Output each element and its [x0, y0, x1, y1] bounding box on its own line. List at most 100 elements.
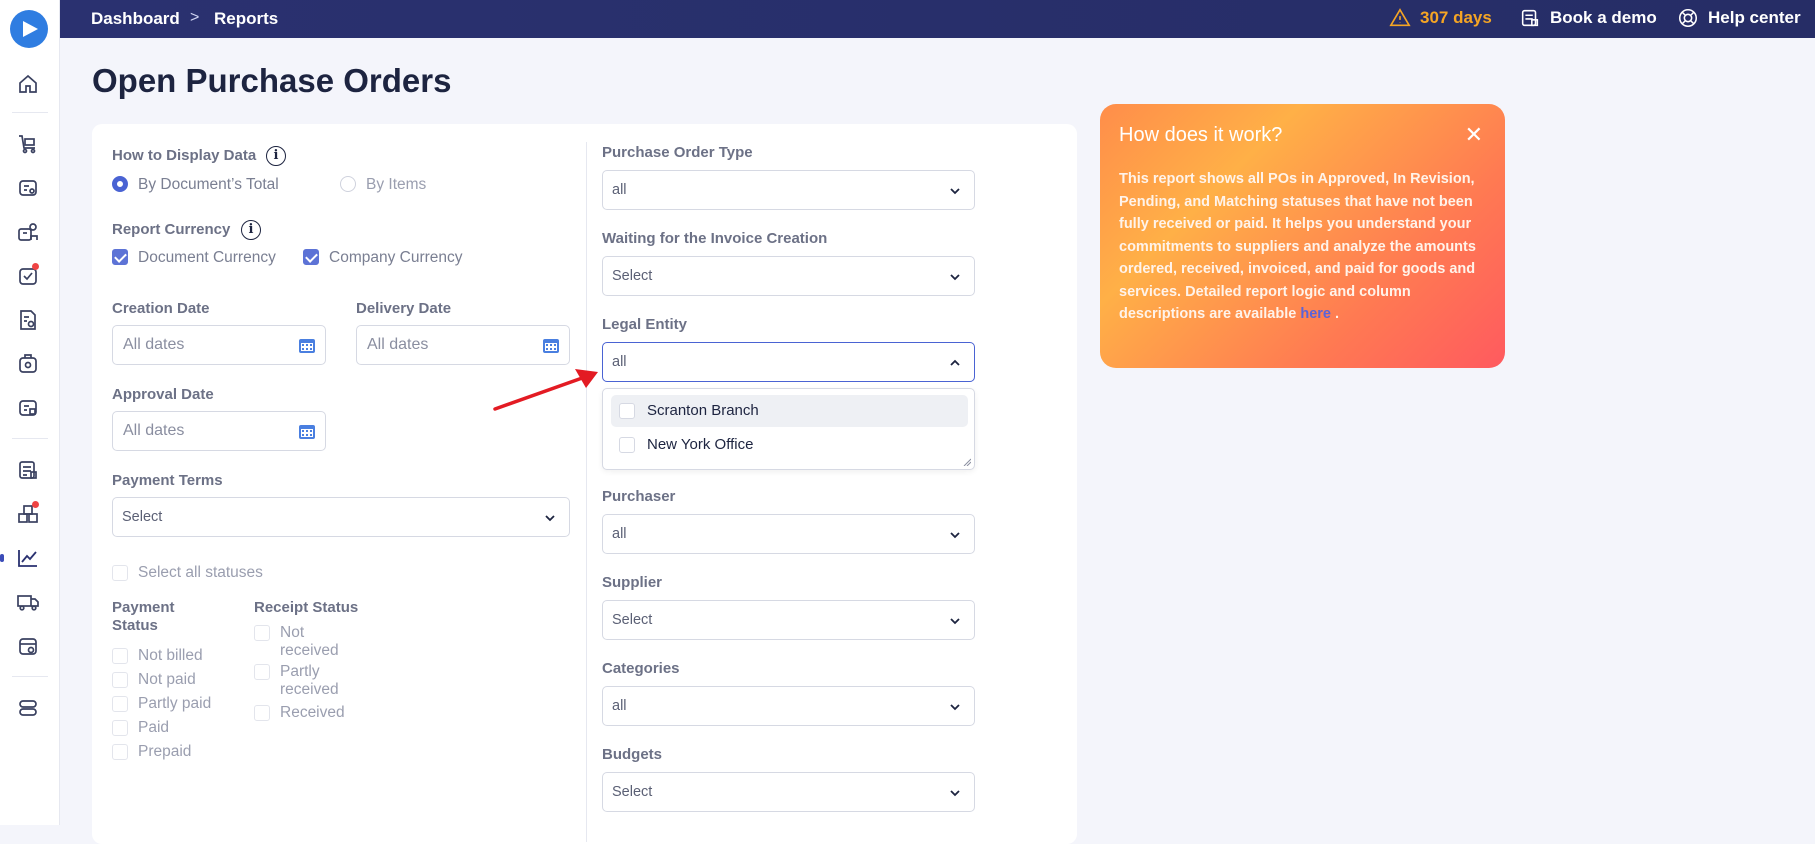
help-center-link[interactable]: Help center: [1708, 8, 1801, 28]
app-logo[interactable]: [10, 10, 48, 48]
invoices-icon[interactable]: [16, 308, 40, 332]
legal-entity-label: Legal Entity: [602, 316, 688, 333]
budgets-value: Select: [612, 784, 653, 800]
legal-entity-option[interactable]: New York Office: [611, 429, 968, 461]
checkbox-company-currency[interactable]: [303, 249, 319, 265]
checkbox-not-received[interactable]: [254, 625, 270, 641]
notification-dot: [32, 501, 39, 508]
delivery-date-placeholder: All dates: [367, 336, 429, 353]
delivery-icon[interactable]: [16, 590, 40, 614]
page-title: Open Purchase Orders: [92, 62, 452, 99]
categories-label: Categories: [602, 660, 680, 677]
supplier-select[interactable]: Select: [602, 600, 975, 640]
help-body-end: .: [1330, 306, 1340, 322]
delivery-date-label: Delivery Date: [356, 300, 452, 317]
creation-date-input[interactable]: All dates: [112, 325, 326, 365]
reports-icon[interactable]: [16, 546, 40, 570]
help-title: How does it work?: [1119, 124, 1283, 146]
delivery-date-input[interactable]: All dates: [356, 325, 570, 365]
invoice-wait-label: Waiting for the Invoice Creation: [602, 230, 828, 247]
budgets-select[interactable]: Select: [602, 772, 975, 812]
display-data-label: How to Display Data: [112, 147, 257, 164]
radio-label-items: By Items: [366, 176, 427, 193]
contracts-icon[interactable]: [16, 634, 40, 658]
info-icon[interactable]: i: [266, 146, 286, 166]
legal-entity-option[interactable]: Scranton Branch: [611, 395, 968, 427]
trial-days[interactable]: 307 days: [1420, 8, 1492, 28]
breadcrumb-dashboard[interactable]: Dashboard: [91, 9, 180, 29]
legal-entity-select[interactable]: all: [602, 342, 975, 382]
calendar-icon[interactable]: [298, 336, 316, 354]
settings-icon[interactable]: [16, 696, 40, 720]
checkbox-partly-paid[interactable]: [112, 696, 128, 712]
budgets-icon[interactable]: [16, 458, 40, 482]
suppliers-icon[interactable]: [16, 220, 40, 244]
purchaser-value: all: [612, 526, 627, 542]
checkbox-document-currency[interactable]: [112, 249, 128, 265]
checkbox-prepaid[interactable]: [112, 744, 128, 760]
checkbox-received[interactable]: [254, 705, 270, 721]
info-icon[interactable]: i: [241, 220, 261, 240]
po-type-select[interactable]: all: [602, 170, 975, 210]
po-type-label: Purchase Order Type: [602, 144, 753, 161]
help-card: How does it work? ✕ This report shows al…: [1100, 104, 1505, 368]
expenses-icon[interactable]: [16, 396, 40, 420]
payment-terms-value: Select: [122, 509, 163, 525]
budgets-label: Budgets: [602, 746, 662, 763]
checkbox-partly-received[interactable]: [254, 664, 270, 680]
chevron-down-icon: [950, 188, 960, 195]
radio-label-document-total: By Document’s Total: [138, 176, 279, 193]
invoice-wait-value: Select: [612, 268, 653, 284]
checkbox-select-all-statuses[interactable]: [112, 565, 128, 581]
sidebar-divider: [12, 676, 48, 677]
status-partly-paid: Partly paid: [138, 695, 212, 712]
help-body-text: This report shows all POs in Approved, I…: [1119, 171, 1476, 322]
payments-icon[interactable]: [16, 352, 40, 376]
sidebar-divider: [12, 438, 48, 439]
legal-entity-value[interactable]: all: [612, 354, 627, 370]
chevron-down-icon: [950, 790, 960, 797]
cart-icon[interactable]: [16, 132, 40, 156]
book-demo-link[interactable]: Book a demo: [1550, 8, 1657, 28]
status-received: Received: [280, 704, 345, 721]
resize-handle-icon[interactable]: [963, 458, 971, 466]
checkbox-paid[interactable]: [112, 720, 128, 736]
option-label: New York Office: [647, 436, 754, 453]
categories-value: all: [612, 698, 627, 714]
warning-icon: [1389, 8, 1411, 27]
annotation-arrow: [493, 369, 598, 411]
breadcrumb-separator: >: [190, 9, 200, 26]
chevron-up-icon: [950, 359, 960, 366]
requests-icon[interactable]: [16, 176, 40, 200]
calendar-icon[interactable]: [542, 336, 560, 354]
active-indicator: [0, 554, 4, 562]
home-icon[interactable]: [16, 72, 40, 96]
po-type-value: all: [612, 182, 627, 198]
payment-status-label-line2: Status: [112, 617, 158, 634]
receipt-status-label: Receipt Status: [254, 599, 359, 616]
creation-date-label: Creation Date: [112, 300, 210, 317]
status-paid: Paid: [138, 719, 170, 736]
company-currency-label: Company Currency: [329, 249, 463, 266]
status-not-received-l1: Not: [280, 624, 305, 641]
document-currency-label: Document Currency: [138, 249, 276, 266]
calendar-icon[interactable]: [298, 422, 316, 440]
supplier-label: Supplier: [602, 574, 663, 591]
approval-date-label: Approval Date: [112, 386, 214, 403]
lifebuoy-icon: [1678, 8, 1698, 28]
approval-date-input[interactable]: All dates: [112, 411, 326, 451]
payment-terms-select[interactable]: Select: [112, 497, 570, 537]
option-checkbox[interactable]: [619, 403, 635, 419]
close-icon[interactable]: ✕: [1465, 122, 1483, 148]
legal-entity-dropdown: Scranton Branch New York Office: [602, 388, 975, 470]
checkbox-not-billed[interactable]: [112, 648, 128, 664]
checkbox-not-paid[interactable]: [112, 672, 128, 688]
help-link[interactable]: here: [1300, 306, 1331, 322]
purchaser-select[interactable]: all: [602, 514, 975, 554]
option-checkbox[interactable]: [619, 437, 635, 453]
invoice-wait-select[interactable]: Select: [602, 256, 975, 296]
radio-by-items[interactable]: [340, 176, 356, 192]
radio-by-document-total[interactable]: [112, 176, 128, 192]
breadcrumb-reports[interactable]: Reports: [214, 9, 278, 29]
categories-select[interactable]: all: [602, 686, 975, 726]
